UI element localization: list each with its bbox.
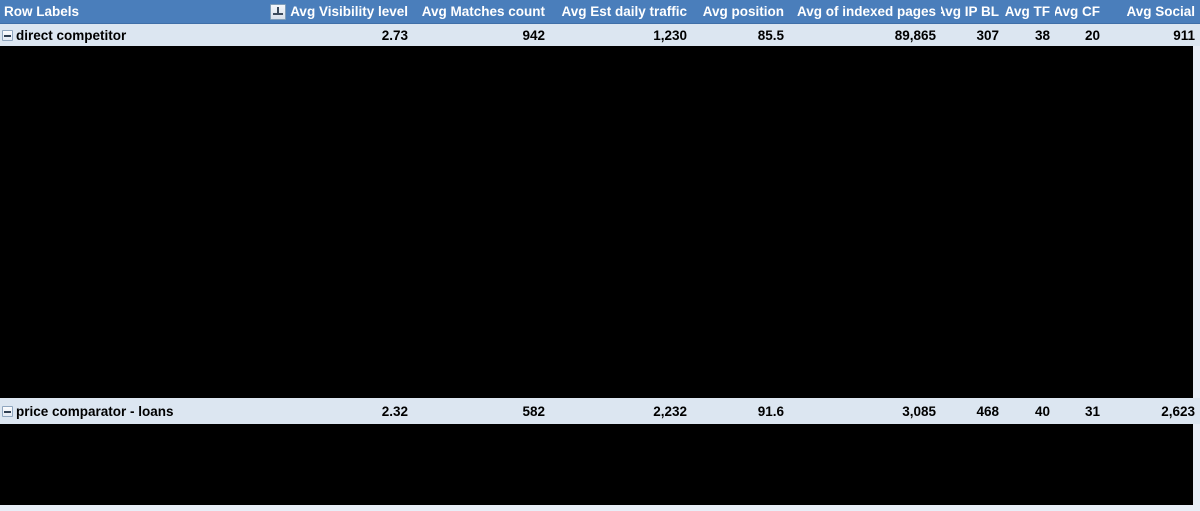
column-header-avg-visibility-level[interactable]: Avg Visibility level: [255, 0, 413, 24]
column-header-row-labels[interactable]: Row Labels: [0, 0, 255, 24]
column-header-avg-tf[interactable]: Avg TF: [1004, 0, 1055, 24]
cell-avg-ip-bl: 468: [976, 403, 999, 419]
row-label-text: direct competitor: [16, 27, 127, 43]
table-row[interactable]: price comparator - loans 2.32 582 2,232 …: [0, 398, 1200, 424]
collapse-minus-icon[interactable]: [2, 29, 13, 41]
cell-avg-tf: 38: [1034, 27, 1050, 43]
column-header-avg-position[interactable]: Avg position: [692, 0, 789, 24]
column-header-label: Avg Matches count: [421, 3, 545, 19]
cell-avg-social: 911: [1173, 27, 1195, 43]
cell-avg-social: 2,623: [1161, 403, 1195, 419]
column-header-label: Avg TF: [1004, 3, 1050, 19]
column-header-label: Avg Social: [1126, 3, 1195, 19]
cell-avg-visibility-level: 2.32: [381, 403, 408, 419]
column-header-label: Avg Est daily traffic: [561, 3, 687, 19]
column-header-label: Avg IP BL: [941, 3, 999, 19]
column-header-avg-social[interactable]: Avg Social: [1105, 0, 1200, 24]
cell-avg-tf: 40: [1034, 403, 1050, 419]
cell-avg-matches-count: 942: [522, 27, 545, 43]
column-header-avg-cf[interactable]: Avg CF: [1055, 0, 1105, 24]
cell-avg-est-daily-traffic: 1,230: [653, 27, 687, 43]
cell-avg-position: 85.5: [757, 27, 784, 43]
pivot-field-sort-icon[interactable]: [270, 3, 287, 20]
cell-avg-of-indexed-pages: 3,085: [902, 403, 936, 419]
cell-avg-visibility-level: 2.73: [381, 27, 408, 43]
column-header-label: Avg position: [702, 3, 784, 19]
redacted-block-upper: [0, 46, 1193, 398]
cell-avg-cf: 31: [1084, 403, 1100, 419]
redacted-block-lower: [0, 424, 1193, 505]
pivot-table-header-row: Row Labels Avg Visibility level Avg Matc…: [0, 0, 1200, 24]
cell-avg-position: 91.6: [757, 403, 784, 419]
column-header-avg-of-indexed-pages[interactable]: Avg of indexed pages: [789, 0, 941, 24]
cell-avg-of-indexed-pages: 89,865: [894, 27, 936, 43]
column-header-label: Row Labels: [4, 3, 80, 19]
row-label-cell[interactable]: price comparator - loans: [0, 404, 255, 419]
column-header-label: Avg of indexed pages: [796, 3, 936, 19]
table-row[interactable]: direct competitor 2.73 942 1,230 85.5 89…: [0, 24, 1200, 46]
cell-avg-matches-count: 582: [522, 403, 545, 419]
column-header-avg-ip-bl[interactable]: Avg IP BL: [941, 0, 1004, 24]
column-header-label: Avg CF: [1055, 3, 1100, 19]
column-header-label: Avg Visibility level: [290, 3, 408, 19]
cell-avg-ip-bl: 307: [976, 27, 999, 43]
column-header-avg-est-daily-traffic[interactable]: Avg Est daily traffic: [550, 0, 692, 24]
collapse-minus-icon[interactable]: [2, 405, 13, 417]
cell-avg-est-daily-traffic: 2,232: [653, 403, 687, 419]
row-label-cell[interactable]: direct competitor: [0, 28, 255, 43]
column-header-avg-matches-count[interactable]: Avg Matches count: [413, 0, 550, 24]
pivot-table-screenshot: Row Labels Avg Visibility level Avg Matc…: [0, 0, 1200, 511]
cell-avg-cf: 20: [1084, 27, 1100, 43]
row-label-text: price comparator - loans: [16, 403, 174, 419]
